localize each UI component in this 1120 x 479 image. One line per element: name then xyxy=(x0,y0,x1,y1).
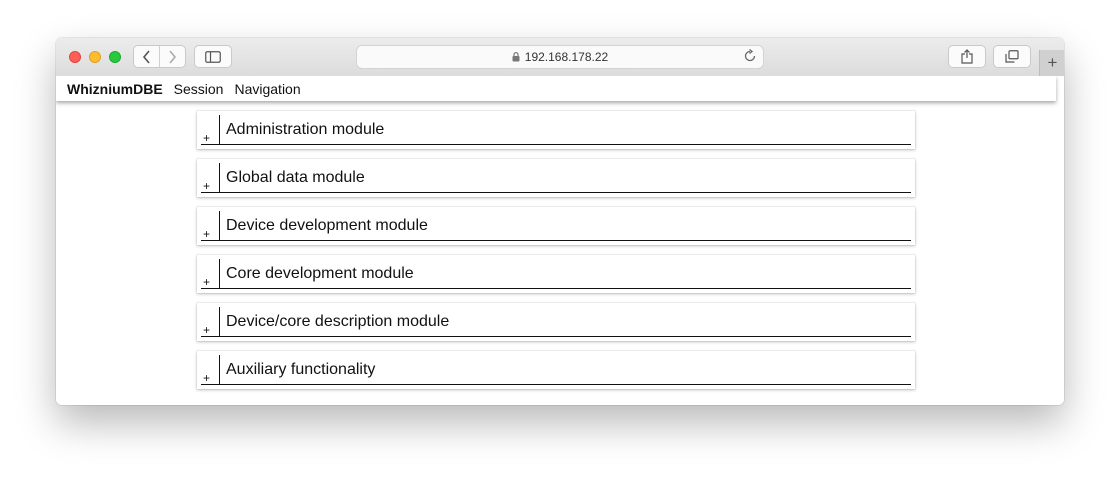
underline xyxy=(201,384,911,385)
page-content: WhizniumDBE Session Navigation + Adminis… xyxy=(56,76,1064,405)
module-title[interactable]: Global data module xyxy=(226,169,365,187)
underline xyxy=(201,192,911,193)
back-forward-group xyxy=(133,45,186,68)
module-title[interactable]: Device/core description module xyxy=(226,313,449,331)
minimize-window-button[interactable] xyxy=(89,51,101,63)
module-title[interactable]: Administration module xyxy=(226,121,384,139)
share-button[interactable] xyxy=(948,45,986,68)
app-menubar: WhizniumDBE Session Navigation xyxy=(56,76,1056,101)
lock-icon xyxy=(512,52,520,62)
expand-toggle[interactable]: + xyxy=(203,275,210,289)
expand-toggle[interactable]: + xyxy=(203,227,210,241)
divider xyxy=(219,211,220,241)
zoom-window-button[interactable] xyxy=(109,51,121,63)
back-icon xyxy=(142,49,150,64)
expand-toggle[interactable]: + xyxy=(203,131,210,145)
reload-icon[interactable] xyxy=(743,49,757,63)
underline xyxy=(201,240,911,241)
expand-toggle[interactable]: + xyxy=(203,323,210,337)
app-brand[interactable]: WhizniumDBE xyxy=(67,81,163,97)
underline xyxy=(201,336,911,337)
expand-toggle[interactable]: + xyxy=(203,179,210,193)
divider xyxy=(219,259,220,289)
forward-button[interactable] xyxy=(160,46,185,67)
module-title[interactable]: Core development module xyxy=(226,265,414,283)
browser-window: 192.168.178.22 + WhizniumDBE Session Nav… xyxy=(56,38,1064,405)
module-device-development: + Device development module xyxy=(197,207,915,245)
menu-session[interactable]: Session xyxy=(174,81,224,97)
forward-icon xyxy=(169,49,177,64)
underline xyxy=(201,288,911,289)
module-administration: + Administration module xyxy=(197,111,915,149)
share-icon xyxy=(961,49,973,64)
sidebar-toggle-button[interactable] xyxy=(194,45,232,68)
module-device-core-description: + Device/core description module xyxy=(197,303,915,341)
module-global-data: + Global data module xyxy=(197,159,915,197)
underline xyxy=(201,144,911,145)
divider xyxy=(219,307,220,337)
module-auxiliary-functionality: + Auxiliary functionality xyxy=(197,351,915,389)
title-bar: 192.168.178.22 + xyxy=(56,38,1064,77)
url-text: 192.168.178.22 xyxy=(524,50,609,64)
divider xyxy=(219,115,220,145)
address-bar[interactable]: 192.168.178.22 xyxy=(356,45,764,69)
module-title[interactable]: Device development module xyxy=(226,217,428,235)
new-tab-button[interactable]: + xyxy=(1039,50,1064,76)
address-url: 192.168.178.22 xyxy=(357,50,763,64)
expand-toggle[interactable]: + xyxy=(203,371,210,385)
menu-navigation[interactable]: Navigation xyxy=(234,81,300,97)
back-button[interactable] xyxy=(134,46,159,67)
close-window-button[interactable] xyxy=(69,51,81,63)
divider xyxy=(219,163,220,193)
module-title[interactable]: Auxiliary functionality xyxy=(226,361,375,379)
module-core-development: + Core development module xyxy=(197,255,915,293)
sidebar-icon xyxy=(205,50,221,63)
divider xyxy=(219,355,220,385)
tabs-icon xyxy=(1005,50,1019,63)
show-tabs-button[interactable] xyxy=(993,45,1031,68)
